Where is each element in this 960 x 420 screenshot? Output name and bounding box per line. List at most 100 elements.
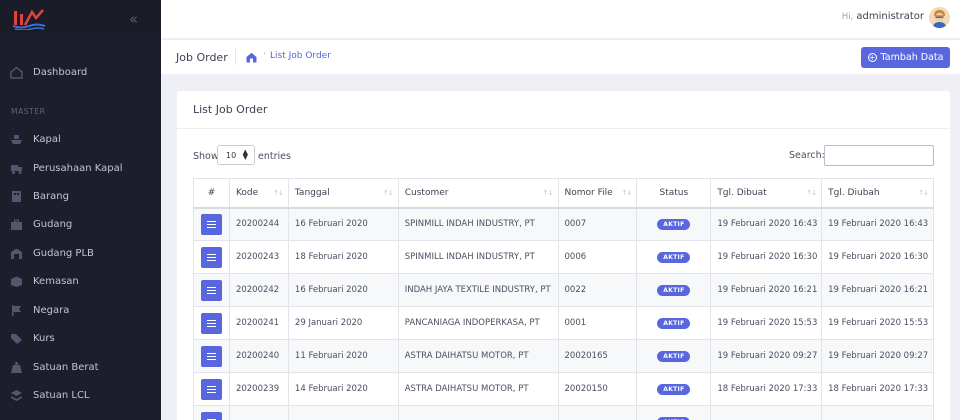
sidebar-item-label: Satuan Berat [33, 361, 99, 373]
row-action-cell [193, 240, 230, 274]
cell-nomor-file: 0006 [557, 240, 638, 274]
column-header-tanggal[interactable]: Tanggal ↑↓ [287, 178, 399, 209]
column-header-number[interactable]: # [193, 178, 230, 209]
sidebar-item-perusahaan-kapal[interactable]: Perusahaan Kapal [0, 157, 161, 179]
row-menu-button[interactable] [200, 312, 222, 334]
cell-customer: PANCANIAGA INDOPERKASA, PT [397, 306, 559, 340]
sidebar-item-negara[interactable]: Negara [0, 299, 161, 321]
column-header-tgl-dibuat[interactable]: Tgl. Dibuat ↑↓ [710, 178, 823, 209]
row-menu-button[interactable] [200, 213, 222, 235]
cell-tanggal: 11 Februari 2020 [287, 339, 399, 373]
breadcrumb-separator: · [263, 49, 267, 60]
table-row[interactable]: AKTIF [193, 405, 934, 420]
row-menu-button[interactable] [200, 345, 222, 367]
search-label: Search: [789, 150, 825, 161]
cell-kode: 20200243 [228, 240, 289, 274]
status-badge: AKTIF [657, 383, 691, 395]
row-menu-button[interactable] [200, 279, 222, 301]
column-header-customer[interactable]: Customer ↑↓ [397, 178, 559, 209]
sidebar-item-gudang[interactable]: Gudang [0, 213, 161, 235]
status-badge: AKTIF [657, 284, 691, 296]
page-size-select[interactable]: 10 ▲ ▼ [217, 145, 255, 165]
table-row[interactable]: 20200240 11 Februari 2020 ASTRA DAIHATSU M… [193, 339, 934, 373]
cell-nomor-file: 20020150 [557, 372, 638, 406]
cell-status: AKTIF [636, 306, 712, 340]
sidebar-item-kapal[interactable]: Kapal [0, 128, 161, 150]
column-header-kode[interactable]: Kode ↑↓ [228, 178, 289, 209]
search-input[interactable] [824, 145, 934, 166]
sort-icon: ↑↓ [273, 189, 284, 197]
avatar[interactable] [929, 7, 950, 28]
column-label: Nomor File [564, 187, 613, 198]
cell-nomor-file: 0001 [557, 306, 638, 340]
cell-customer: INDAH JAYA TEXTILE INDUSTRY, PT [397, 273, 559, 307]
weight-icon [10, 361, 23, 374]
brand-logo[interactable] [12, 6, 46, 30]
cell-customer: SPINMILL INDAH INDUSTRY, PT [397, 207, 559, 241]
sidebar-item-kurs[interactable]: Kurs [0, 327, 161, 349]
add-data-button[interactable]: + Tambah Data [861, 47, 950, 68]
table-row[interactable]: 20200244 16 Februari 2020 SPINMILL INDAH I… [193, 207, 934, 241]
collapse-sidebar-icon[interactable]: ‹‹ [129, 10, 138, 28]
column-header-nomor-file[interactable]: Nomor File ↑↓ [557, 178, 638, 209]
sidebar-item-label: Perusahaan Kapal [33, 162, 123, 174]
row-menu-button[interactable] [200, 246, 222, 268]
subheader: Job Order · List Job Order + Tambah Data [161, 39, 960, 74]
warehouse-icon [10, 247, 23, 260]
divider [235, 49, 236, 65]
row-menu-button[interactable] [200, 411, 222, 420]
cell-tanggal: 29 Januari 2020 [287, 306, 399, 340]
sidebar-item-kemasan[interactable]: Kemasan [0, 270, 161, 292]
status-badge: AKTIF [657, 218, 691, 230]
username: administrator [856, 11, 924, 22]
breadcrumb-link[interactable]: List Job Order [270, 51, 331, 61]
cell-status: AKTIF [636, 405, 712, 420]
topbar: Hi, administrator [161, 0, 960, 38]
status-badge: AKTIF [657, 317, 691, 329]
sidebar-item-gudang-plb[interactable]: Gudang PLB [0, 242, 161, 264]
sidebar-item-label: Dashboard [33, 66, 88, 78]
table-row[interactable]: 20200239 14 Februari 2020 ASTRA DAIHATSU M… [193, 372, 934, 406]
column-label: # [207, 187, 216, 198]
briefcase-icon [10, 218, 23, 231]
row-action-cell [193, 339, 230, 373]
sidebar-header: ‹‹ [0, 0, 161, 38]
cell-tgl-dibuat: 18 Februari 2020 17:33 [710, 372, 823, 406]
home-icon[interactable] [246, 52, 257, 63]
sidebar-item-satuan-berat[interactable]: Satuan Berat [0, 356, 161, 378]
sort-icon: ↑↓ [806, 189, 817, 197]
user-greeting[interactable]: Hi, administrator [842, 11, 924, 22]
column-label: Tanggal [294, 187, 330, 198]
home-icon [10, 66, 23, 79]
cell-kode: 20200242 [228, 273, 289, 307]
sidebar-item-satuan-lcl[interactable]: Satuan LCL [0, 384, 161, 406]
cell-tgl-diubah: 18 Februari 2020 17:33 [821, 372, 934, 406]
column-header-tgl-diubah[interactable]: Tgl. Diubah ↑↓ [821, 178, 934, 209]
sidebar-item-label: Satuan LCL [33, 389, 90, 401]
sidebar-item-dashboard[interactable]: Dashboard [0, 61, 161, 83]
cell-customer: ASTRA DAIHATSU MOTOR, PT [397, 372, 559, 406]
cell-kode: 20200241 [228, 306, 289, 340]
select-arrows-icon: ▲ ▼ [242, 148, 248, 161]
cell-nomor-file: 0007 [557, 207, 638, 241]
column-header-status[interactable]: Status [636, 178, 712, 209]
cell-tgl-dibuat: 19 Februari 2020 16:30 [710, 240, 823, 274]
sidebar-item-label: Negara [33, 304, 70, 316]
table-row[interactable]: 20200241 29 Januari 2020 PANCANIAGA INDOPE… [193, 306, 934, 340]
cell-status: AKTIF [636, 372, 712, 406]
sidebar-item-label: Kemasan [33, 275, 79, 287]
cell-status: AKTIF [636, 240, 712, 274]
plus-circle-icon: + [867, 53, 877, 62]
cell-tgl-diubah [821, 405, 934, 420]
row-menu-button[interactable] [200, 378, 222, 400]
cell-kode: 20200240 [228, 339, 289, 373]
cell-kode: 20200239 [228, 372, 289, 406]
table-row[interactable]: 20200243 18 Februari 2020 SPINMILL INDAH I… [193, 240, 934, 274]
sort-icon: ↑↓ [918, 189, 929, 197]
sidebar-item-barang[interactable]: Barang [0, 185, 161, 207]
tag-icon [10, 332, 23, 345]
status-badge: AKTIF [657, 416, 691, 420]
box-icon [10, 275, 23, 288]
table-row[interactable]: 20200242 16 Februari 2020 INDAH JAYA TEXTI… [193, 273, 934, 307]
sidebar-item-label: Barang [33, 190, 69, 202]
